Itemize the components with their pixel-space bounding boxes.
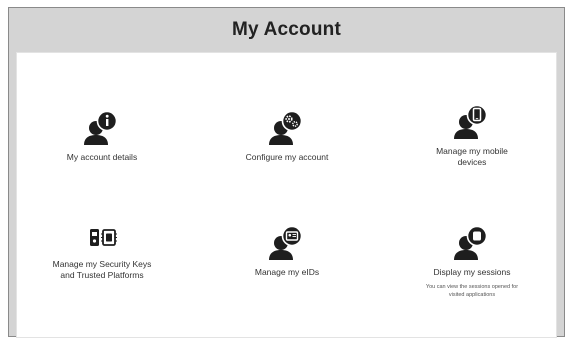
user-settings-icon bbox=[269, 110, 303, 145]
tile-configure-account-label: Configure my account bbox=[245, 152, 329, 162]
tile-account-details[interactable]: My account details bbox=[17, 108, 187, 163]
tile-security-keys[interactable]: Manage my Security Keys and Trusted Plat… bbox=[17, 223, 187, 281]
tile-mobile-devices-label: Manage my mobile devices bbox=[436, 146, 508, 167]
tile-sessions-label: Display my sessions bbox=[433, 267, 511, 277]
tile-account-details-label: My account details bbox=[66, 152, 138, 162]
tile-eids[interactable]: Manage my eIDs bbox=[202, 223, 372, 278]
account-menu-panel: My account details Configure my account bbox=[16, 52, 557, 338]
tile-sessions-description: You can view the sessions opened for vis… bbox=[425, 284, 519, 298]
page-title: My Account bbox=[232, 19, 341, 40]
tile-eids-label: Manage my eIDs bbox=[254, 267, 320, 277]
tile-security-keys-label: Manage my Security Keys and Trusted Plat… bbox=[52, 259, 152, 280]
user-sessions-icon bbox=[454, 225, 488, 260]
user-info-icon bbox=[84, 110, 118, 145]
tile-mobile-devices[interactable]: Manage my mobile devices bbox=[387, 102, 557, 168]
tile-sessions[interactable]: Display my sessions You can view the ses… bbox=[387, 223, 557, 299]
user-eid-icon bbox=[269, 225, 303, 260]
my-account-window: My Account My account details Configure … bbox=[8, 7, 565, 338]
security-keys-icon bbox=[90, 229, 117, 246]
page-header: My Account bbox=[9, 8, 564, 52]
user-mobile-icon bbox=[454, 104, 488, 139]
tile-configure-account[interactable]: Configure my account bbox=[202, 108, 372, 163]
